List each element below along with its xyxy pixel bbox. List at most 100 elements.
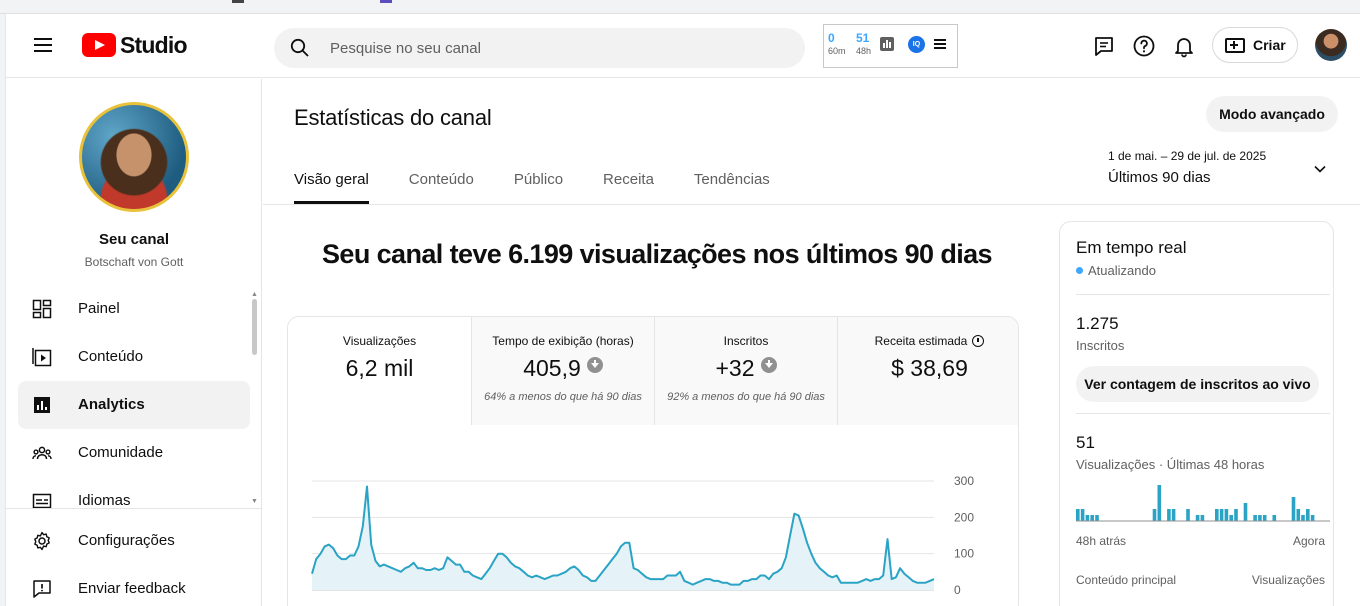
realtime-bar[interactable] [1296,509,1301,521]
sidebar-item-enviar-feedback[interactable]: Enviar feedback [18,565,250,606]
realtime-bar[interactable] [1310,515,1315,521]
views-chart[interactable]: 300 200 100 0 [288,425,1019,606]
realtime-bar[interactable] [1152,509,1157,521]
sidebar-item-conteudo[interactable]: Conteúdo [18,333,250,381]
search-input[interactable] [330,39,770,57]
metric-value-wrap: 405,9 [472,355,654,382]
realtime-bar[interactable] [1200,515,1205,521]
sidebar-item-label: Enviar feedback [78,580,186,597]
channel-avatar[interactable] [79,102,189,212]
realtime-bar[interactable] [1258,515,1262,521]
sidebar-item-label: Analytics [78,396,145,413]
subscriber-count: 1.275 [1076,314,1119,333]
divider [1076,294,1330,295]
realtime-status: Atualizando [1076,263,1156,278]
metric-revenue[interactable]: Receita estimada $ 38,69 [837,317,1018,425]
scroll-up-icon[interactable]: ▲ [251,291,258,298]
help-icon[interactable] [1132,34,1156,58]
sidebar-item-painel[interactable]: Painel [18,285,250,333]
views-48h-count: 51 [1076,433,1095,452]
vidiq-icon[interactable]: IQ [908,36,925,53]
create-button[interactable]: Criar [1212,27,1298,63]
date-range-picker[interactable]: 1 de mai. – 29 de jul. de 2025 Últimos 9… [1108,149,1338,193]
realtime-bar[interactable] [1291,497,1296,521]
realtime-bar[interactable] [1186,509,1190,521]
realtime-bar[interactable] [1085,515,1090,521]
analytics-icon [34,397,50,413]
realtime-bar[interactable] [1080,509,1085,521]
tab-tendencias[interactable]: Tendências [694,171,770,204]
metric-watch-time[interactable]: Tempo de exibição (horas) 405,9 64% a me… [471,317,654,425]
ext-menu-icon[interactable] [934,39,946,49]
scroll-down-icon[interactable]: ▼ [251,498,258,505]
metric-label: Inscritos [723,334,769,348]
realtime-bar[interactable] [1224,509,1229,521]
sidebar-scrollbar[interactable] [252,299,257,355]
realtime-bar[interactable] [1090,515,1094,521]
realtime-bar[interactable] [1253,515,1257,521]
avatar[interactable] [1315,29,1347,61]
ext-stat-unit: 48h [856,46,872,56]
ext-stat-value: 51 [856,31,870,45]
metric-subscribers[interactable]: Inscritos +32 92% a menos do que há 90 d… [654,317,837,425]
divider [1076,413,1330,414]
arrow-down-icon [586,357,603,373]
extension-widget[interactable]: 0 60m 51 48h IQ [823,24,958,68]
metric-value: 6,2 mil [345,355,414,381]
realtime-bar[interactable] [1219,509,1224,521]
realtime-bar[interactable] [1167,509,1171,521]
sidebar-item-label: Painel [78,300,120,317]
realtime-bar[interactable] [1171,509,1176,521]
y-tick-label: 200 [954,510,974,524]
bar-chart-icon[interactable] [880,37,894,51]
sidebar-item-configuracoes[interactable]: Configurações [18,517,250,565]
menu-icon[interactable] [34,38,52,52]
realtime-bar[interactable] [1243,503,1248,521]
create-label: Criar [1253,37,1286,53]
browser-tab-strip [0,0,1360,14]
metric-value: +32 [715,355,755,381]
tab-receita[interactable]: Receita [603,171,654,204]
community-icon [32,446,52,460]
studio-logo[interactable]: Studio [82,31,188,58]
realtime-bar[interactable] [1095,515,1099,521]
metric-label-wrap: Receita estimada [838,334,1018,348]
live-subscriber-count-button[interactable]: Ver contagem de inscritos ao vivo [1076,366,1319,402]
top-content-header: Conteúdo principal [1076,573,1177,587]
metrics-card: Visualizações 6,2 mil Tempo de exibição … [287,316,1019,606]
realtime-bar[interactable] [1262,515,1267,521]
realtime-bar[interactable] [1234,509,1238,521]
realtime-bar[interactable] [1215,509,1219,521]
realtime-bar[interactable] [1076,509,1080,521]
tab-visao-geral[interactable]: Visão geral [294,171,369,204]
realtime-bar[interactable] [1301,515,1305,521]
realtime-bar[interactable] [1195,515,1200,521]
sidebar-item-label: Comunidade [78,444,164,461]
sidebar-bottom-nav: Configurações Enviar feedback [18,517,250,606]
realtime-bar[interactable] [1272,515,1277,521]
chevron-down-icon [1314,165,1326,173]
feedback-icon[interactable] [1092,34,1116,58]
realtime-bar[interactable] [1229,515,1233,521]
tab-conteudo[interactable]: Conteúdo [409,171,474,204]
ext-stat-unit: 60m [828,46,846,56]
divider [6,508,262,509]
sidebar-item-comunidade[interactable]: Comunidade [18,429,250,477]
date-period: Últimos 90 dias [1108,169,1211,186]
bell-icon[interactable] [1172,34,1196,58]
logo-text: Studio [120,31,188,58]
search-bar[interactable] [274,28,805,68]
sidebar-item-analytics[interactable]: Analytics [18,381,250,429]
top-app-bar: Studio 0 60m 51 48h IQ Criar [6,14,1360,78]
realtime-bar[interactable] [1306,509,1310,521]
sidebar-nav: Painel Conteúdo Analytics Comunidade Idi… [18,285,250,525]
advanced-mode-button[interactable]: Modo avançado [1206,96,1338,132]
metric-value-wrap: +32 [655,355,837,382]
realtime-bar[interactable] [1157,485,1162,521]
metric-value: $ 38,69 [891,355,968,381]
dashboard-icon [32,299,52,319]
metric-views[interactable]: Visualizações 6,2 mil [288,317,471,425]
realtime-bar-chart[interactable] [1076,477,1330,525]
views-48h-label: Visualizações · Últimas 48 horas [1076,457,1265,472]
tab-publico[interactable]: Público [514,171,563,204]
